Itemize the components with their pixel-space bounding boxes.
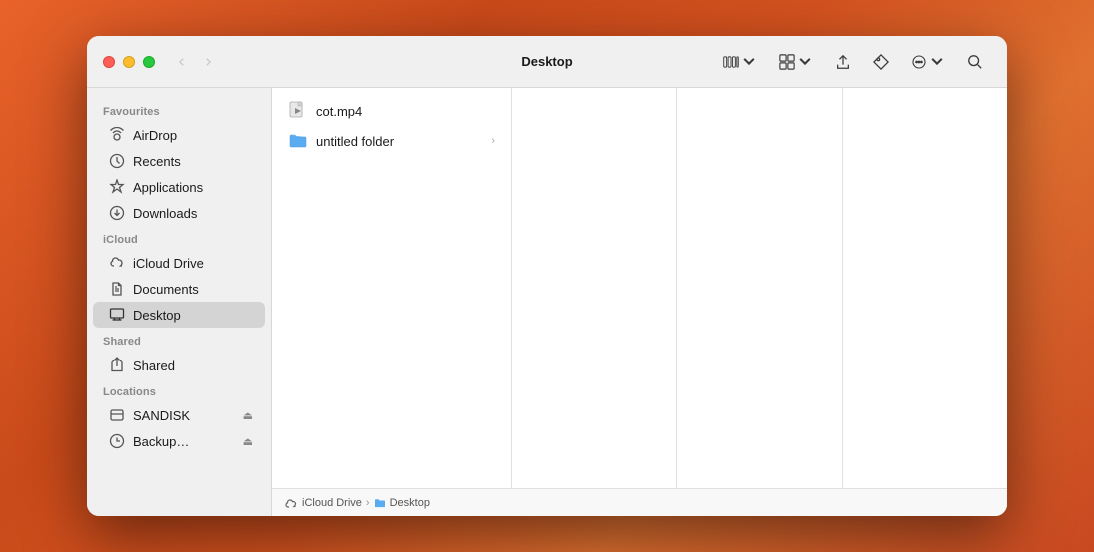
desktop-icon <box>109 307 125 323</box>
file-name-cot-mp4: cot.mp4 <box>316 104 362 119</box>
file-area: cot.mp4 untitled folder › <box>272 88 1007 516</box>
status-bar: iCloud Drive › Desktop <box>272 488 1007 516</box>
forward-button[interactable] <box>197 52 219 72</box>
close-button[interactable] <box>103 56 115 68</box>
window-title: Desktop <box>521 54 572 69</box>
recents-icon <box>109 153 125 169</box>
search-button[interactable] <box>959 49 991 75</box>
locations-section-label: Locations <box>87 378 271 402</box>
file-item-untitled-folder[interactable]: untitled folder › <box>276 126 507 156</box>
cloud-icon <box>109 255 125 271</box>
backup-label: Backup… <box>133 434 189 449</box>
sidebar: Favourites AirDrop Recents <box>87 88 272 516</box>
shared-section-label: Shared <box>87 328 271 352</box>
airdrop-label: AirDrop <box>133 128 177 143</box>
airdrop-icon <box>109 127 125 143</box>
folder-arrow: › <box>491 135 495 147</box>
sidebar-item-applications[interactable]: Applications <box>93 174 265 200</box>
downloads-icon <box>109 205 125 221</box>
titlebar: Desktop <box>87 36 1007 88</box>
file-column-fourth <box>843 88 1007 488</box>
file-column-main: cot.mp4 untitled folder › <box>272 88 512 488</box>
file-column-third <box>677 88 842 488</box>
sidebar-item-sandisk[interactable]: SANDISK ⏏ <box>93 402 265 428</box>
file-columns: cot.mp4 untitled folder › <box>272 88 1007 488</box>
sidebar-item-downloads[interactable]: Downloads <box>93 200 265 226</box>
icloud-drive-label: iCloud Drive <box>133 256 204 271</box>
downloads-label: Downloads <box>133 206 197 221</box>
breadcrumb-cloud-icon <box>284 498 298 508</box>
breadcrumb-desktop[interactable]: Desktop <box>390 497 430 509</box>
toolbar-right <box>715 49 991 75</box>
view-grid-button[interactable] <box>771 49 821 75</box>
sidebar-item-airdrop[interactable]: AirDrop <box>93 122 265 148</box>
video-file-icon <box>288 101 308 121</box>
view-columns-button[interactable] <box>715 49 765 75</box>
applications-icon <box>109 179 125 195</box>
back-button[interactable] <box>171 52 193 72</box>
applications-label: Applications <box>133 180 203 195</box>
file-name-untitled-folder: untitled folder <box>316 134 394 149</box>
traffic-lights <box>103 56 155 68</box>
sandisk-label: SANDISK <box>133 408 190 423</box>
sidebar-item-documents[interactable]: Documents <box>93 276 265 302</box>
sidebar-item-backup[interactable]: Backup… ⏏ <box>93 428 265 454</box>
backup-eject[interactable]: ⏏ <box>243 435 253 448</box>
sandisk-eject[interactable]: ⏏ <box>243 409 253 422</box>
maximize-button[interactable] <box>143 56 155 68</box>
file-item-cot-mp4[interactable]: cot.mp4 <box>276 96 507 126</box>
icloud-section-label: iCloud <box>87 226 271 250</box>
minimize-button[interactable] <box>123 56 135 68</box>
folder-icon <box>288 131 308 151</box>
breadcrumb-sep: › <box>366 497 370 509</box>
main-content: Favourites AirDrop Recents <box>87 88 1007 516</box>
share-button[interactable] <box>827 49 859 75</box>
documents-label: Documents <box>133 282 199 297</box>
desktop-label: Desktop <box>133 308 181 323</box>
sandisk-icon <box>109 407 125 423</box>
recents-label: Recents <box>133 154 181 169</box>
sidebar-item-shared[interactable]: Shared <box>93 352 265 378</box>
shared-icon <box>109 357 125 373</box>
breadcrumb-folder-icon <box>374 498 386 508</box>
sidebar-item-icloud-drive[interactable]: iCloud Drive <box>93 250 265 276</box>
backup-icon <box>109 433 125 449</box>
tag-button[interactable] <box>865 49 897 75</box>
sidebar-item-recents[interactable]: Recents <box>93 148 265 174</box>
sidebar-item-desktop[interactable]: Desktop <box>93 302 265 328</box>
breadcrumb-icloud[interactable]: iCloud Drive <box>302 497 362 509</box>
more-button[interactable] <box>903 49 953 75</box>
shared-label: Shared <box>133 358 175 373</box>
nav-buttons <box>171 52 219 72</box>
finder-window: Desktop <box>87 36 1007 516</box>
documents-icon <box>109 281 125 297</box>
favourites-section-label: Favourites <box>87 98 271 122</box>
file-column-second <box>512 88 677 488</box>
